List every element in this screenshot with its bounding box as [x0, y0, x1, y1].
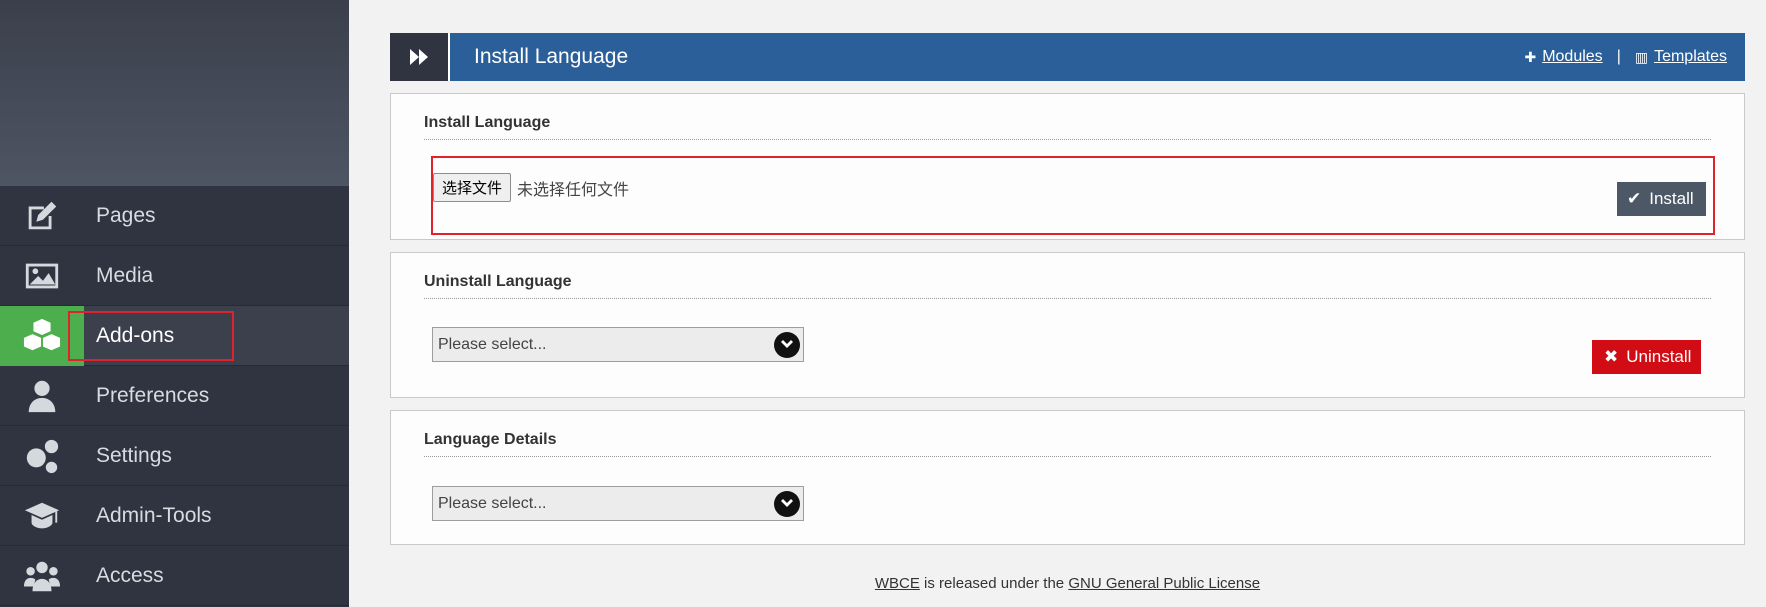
- install-language-heading: Install Language: [424, 114, 1711, 140]
- page-header: Install Language ✚ Modules | ▥ Templates: [390, 33, 1745, 81]
- sidebar-item-label: Media: [96, 263, 154, 287]
- edit-icon: [0, 186, 84, 246]
- templates-link[interactable]: Templates: [1654, 33, 1727, 81]
- language-details-heading: Language Details: [424, 431, 1711, 457]
- uninstall-language-panel: Uninstall Language Please select... ✖ Un…: [390, 252, 1745, 398]
- sidebar-item-label: Add-ons: [96, 323, 175, 347]
- sidebar-item-settings[interactable]: Settings: [0, 426, 349, 486]
- sidebar-item-media[interactable]: Media: [0, 246, 349, 306]
- sidebar-item-addons[interactable]: Add-ons: [0, 305, 349, 366]
- uninstall-language-select[interactable]: Please select...: [432, 327, 804, 362]
- install-button[interactable]: ✔ Install: [1617, 182, 1706, 216]
- install-button-label: Install: [1649, 189, 1694, 208]
- chevron-down-icon: [774, 490, 800, 517]
- choose-file-button[interactable]: 选择文件: [433, 173, 512, 202]
- fast-forward-icon[interactable]: [390, 33, 450, 81]
- sidebar-item-admin-tools[interactable]: Admin-Tools: [0, 486, 349, 546]
- wbce-link[interactable]: WBCE: [875, 575, 920, 592]
- close-icon: ✖: [1604, 347, 1619, 366]
- sidebar-item-label: Access: [96, 563, 164, 587]
- sidebar-nav: Pages Media Add-ons Preferences Settings…: [0, 186, 349, 606]
- sidebar-item-label: Settings: [96, 443, 172, 467]
- sidebar-item-label: Preferences: [96, 383, 210, 407]
- graduation-cap-icon: [0, 486, 84, 546]
- puzzle-icon: ✚: [1524, 49, 1537, 65]
- file-status: 未选择任何文件: [517, 179, 630, 199]
- header-links: ✚ Modules | ▥ Templates: [1524, 33, 1745, 81]
- users-icon: [0, 546, 84, 606]
- page-title: Install Language: [474, 45, 629, 68]
- chevron-down-icon: [774, 331, 800, 358]
- sidebar-header: [0, 0, 349, 186]
- user-icon: [0, 366, 84, 426]
- map-icon: ▥: [1634, 49, 1649, 65]
- main-content: Install Language ✚ Modules | ▥ Templates…: [390, 33, 1745, 545]
- file-input: 选择文件 未选择任何文件: [433, 173, 629, 202]
- uninstall-button-label: Uninstall: [1626, 347, 1692, 366]
- license-link[interactable]: GNU General Public License: [1068, 575, 1260, 592]
- sidebar: Pages Media Add-ons Preferences Settings…: [0, 0, 349, 607]
- link-separator: |: [1616, 48, 1621, 65]
- select-value: Please select...: [438, 494, 547, 512]
- footer-text: is released under the: [919, 575, 1069, 592]
- sidebar-item-label: Admin-Tools: [96, 503, 212, 527]
- uninstall-language-heading: Uninstall Language: [424, 273, 1711, 299]
- uninstall-button[interactable]: ✖ Uninstall: [1592, 340, 1702, 374]
- language-details-panel: Language Details Please select...: [390, 410, 1745, 545]
- cubes-icon: [0, 305, 84, 366]
- select-value: Please select...: [438, 335, 547, 353]
- sidebar-item-pages[interactable]: Pages: [0, 186, 349, 246]
- sidebar-item-preferences[interactable]: Preferences: [0, 366, 349, 426]
- language-details-select[interactable]: Please select...: [432, 486, 804, 521]
- sidebar-item-label: Pages: [96, 203, 156, 227]
- check-icon: ✔: [1627, 189, 1642, 208]
- gears-icon: [0, 426, 84, 486]
- image-icon: [0, 246, 84, 306]
- install-language-panel: Install Language 选择文件 未选择任何文件 ✔ Install: [390, 93, 1745, 240]
- footer: WBCE is released under the GNU General P…: [390, 575, 1745, 592]
- modules-link[interactable]: Modules: [1542, 33, 1602, 81]
- sidebar-item-access[interactable]: Access: [0, 546, 349, 606]
